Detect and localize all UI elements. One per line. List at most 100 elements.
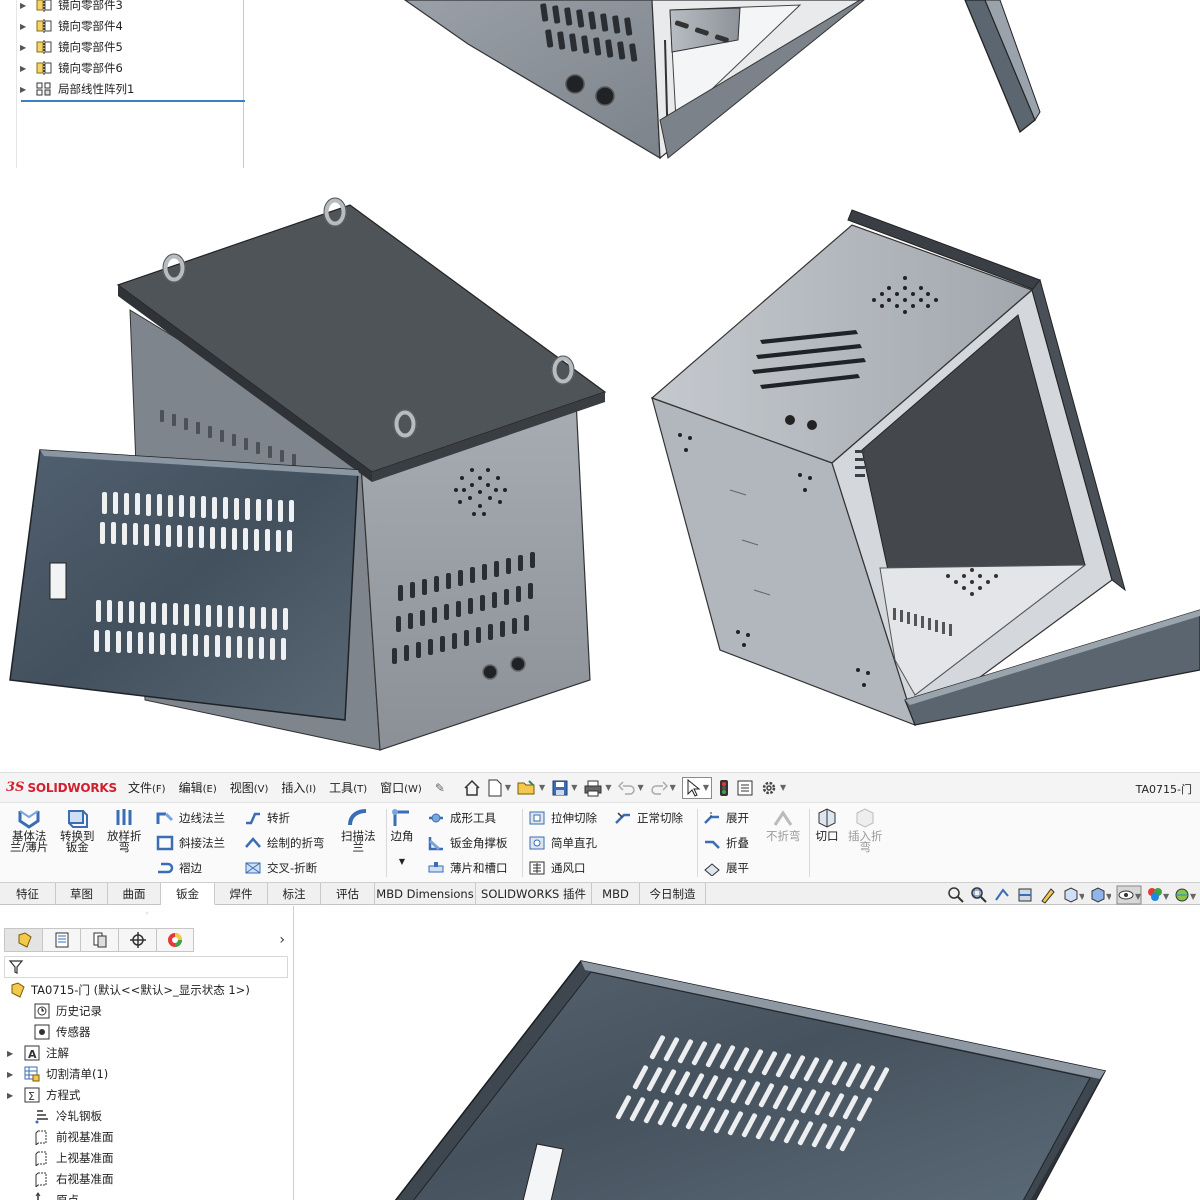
previous-view-icon[interactable] [993,886,1011,904]
tree-item-origin[interactable]: 原点 [10,1190,79,1200]
section-view-icon[interactable] [1016,886,1034,904]
configurationmanager-tab[interactable] [80,928,118,952]
insert-bends-button[interactable]: 插入折 弯 [848,807,883,853]
swept-flange-button[interactable]: 扫描法 兰 [341,807,376,853]
open-button[interactable]: ▼ [517,779,545,797]
tree-item-top-plane[interactable]: 上视基准面 [10,1148,114,1168]
tree-item-cut-list[interactable]: ▶ 切割清单(1) [0,1064,108,1084]
forming-tool-button[interactable]: 成形工具 [427,809,496,827]
tab-make-today[interactable]: 今日制造 [640,883,706,905]
tree-item[interactable]: ▶ 局部线性阵列1 [17,79,134,99]
tab-evaluate[interactable]: 评估 [321,883,375,905]
tree-item[interactable]: ▶ 镜向零部件4 [17,16,123,36]
expand-arrow-icon[interactable]: ▶ [20,85,30,94]
view-orientation-icon[interactable]: ▼ [1062,886,1084,904]
chevron-down-icon[interactable]: ▼ [605,783,611,792]
sheet-metal-gusset-button[interactable]: 钣金角撑板 [427,834,508,852]
solidworks-logo[interactable]: 3S SOLIDWORKS [6,780,128,795]
dimxpert-tab[interactable] [118,928,156,952]
tree-item-history[interactable]: 历史记录 [10,1001,102,1021]
featuremanager-tab[interactable] [4,928,42,952]
tab-and-slot-button[interactable]: 薄片和槽口 [427,859,508,877]
corner-button[interactable]: 边角 ▼ [390,807,414,867]
extruded-cut-button[interactable]: 拉伸切除 [528,809,597,827]
print-button[interactable]: ▼ [583,779,612,797]
base-flange-button[interactable]: 基体法 兰/薄片 [10,807,48,853]
options-button[interactable]: ▼ [760,779,786,797]
tab-solidworks-addins[interactable]: SOLIDWORKS 插件 [476,883,592,905]
expand-arrow-icon[interactable]: ▶ [20,22,30,31]
sketched-bend-button[interactable]: 绘制的折弯 [244,834,325,852]
menu-tools[interactable]: 工具(T) [329,779,367,796]
hem-button[interactable]: 褶边 [156,859,202,877]
unfold-button[interactable]: 展开 [703,809,749,827]
tree-item[interactable]: ▶ 镜向零部件5 [17,37,123,57]
chevron-down-icon[interactable]: ▼ [638,783,644,792]
jog-button[interactable]: 转折 [244,809,290,827]
filter-field[interactable] [4,956,288,978]
display-manager-tab[interactable] [156,928,194,952]
cross-break-button[interactable]: 交叉-折断 [244,859,317,877]
normal-cut-button[interactable]: 正常切除 [614,809,683,827]
tab-surfaces[interactable]: 曲面 [108,883,161,905]
menu-file[interactable]: 文件(F) [128,779,166,796]
tree-item-sensors[interactable]: 传感器 [10,1022,91,1042]
expand-arrow-icon[interactable]: ▶ [7,1049,19,1058]
chevron-down-icon[interactable]: ▼ [670,783,676,792]
tab-mbd[interactable]: MBD [592,883,640,905]
menu-window[interactable]: 窗口(W) [380,779,422,796]
save-button[interactable]: ▼ [551,779,577,797]
vent-button[interactable]: 通风口 [528,859,586,877]
display-style-icon[interactable]: ▼ [1089,886,1111,904]
tree-item-right-plane[interactable]: 右视基准面 [10,1169,114,1189]
tree-item-equations[interactable]: ▶ Σ 方程式 [0,1085,81,1105]
expand-arrow-icon[interactable]: ▶ [20,64,30,73]
dynamic-annotation-icon[interactable] [1039,886,1057,904]
graphics-area[interactable] [295,906,1200,1200]
chevron-down-icon[interactable]: ▼ [539,783,545,792]
tree-item-material[interactable]: 冷轧钢板 [10,1106,102,1126]
home-button[interactable] [463,779,481,797]
tree-item[interactable]: ▶ 镜向零部件3 [17,0,123,15]
edge-flange-button[interactable]: 边线法兰 [156,809,225,827]
chevron-right-icon[interactable]: › [279,932,285,948]
tree-item-front-plane[interactable]: 前视基准面 [10,1127,114,1147]
redo-button[interactable]: ▼ [650,779,676,797]
menu-insert[interactable]: 插入(I) [281,779,316,796]
rebuild-button[interactable] [718,779,730,797]
propertymanager-tab[interactable] [42,928,80,952]
tree-item-annotations[interactable]: ▶ A 注解 [0,1043,69,1063]
chevron-down-icon[interactable]: ▼ [780,783,786,792]
expand-arrow-icon[interactable]: ▶ [7,1091,19,1100]
file-properties-button[interactable] [736,779,754,797]
tab-sheet-metal[interactable]: 钣金 [161,883,215,905]
expand-arrow-icon[interactable]: ▶ [20,43,30,52]
tab-mbd-dimensions[interactable]: MBD Dimensions [375,883,476,905]
no-bends-button[interactable]: 不折弯 [766,807,801,842]
tab-weldments[interactable]: 焊件 [215,883,268,905]
lofted-bend-button[interactable]: 放样折 弯 [107,807,142,853]
tab-sketch[interactable]: 草图 [56,883,108,905]
fold-button[interactable]: 折叠 [703,834,749,852]
undo-button[interactable]: ▼ [617,779,644,797]
simple-hole-button[interactable]: 简单直孔 [528,834,597,852]
zoom-to-fit-icon[interactable] [947,886,965,904]
tab-features[interactable]: 特征 [0,883,56,905]
zoom-to-area-icon[interactable] [970,886,988,904]
pin-icon[interactable]: ✎ [435,781,445,795]
rip-button[interactable]: 切口 [815,807,839,842]
chevron-down-icon[interactable]: ▼ [571,783,577,792]
expand-arrow-icon[interactable]: ▶ [20,1,30,10]
tab-markup[interactable]: 标注 [268,883,321,905]
apply-scene-icon[interactable]: ▼ [1174,886,1196,904]
edit-appearance-icon[interactable]: ▼ [1147,886,1169,904]
new-document-button[interactable]: ▼ [487,779,511,797]
chevron-down-icon[interactable]: ▼ [505,783,511,792]
miter-flange-button[interactable]: 斜接法兰 [156,834,225,852]
chevron-down-icon[interactable]: ▼ [703,783,709,792]
convert-to-sheetmetal-button[interactable]: 转换到 钣金 [60,807,95,853]
select-button[interactable]: ▼ [681,776,712,799]
flatten-button[interactable]: 展平 [703,859,749,877]
hide-show-items-icon[interactable]: ▼ [1116,885,1142,905]
feature-tree-root[interactable]: TA0715-门 (默认<<默认>_显示状态 1>) [0,980,250,1000]
